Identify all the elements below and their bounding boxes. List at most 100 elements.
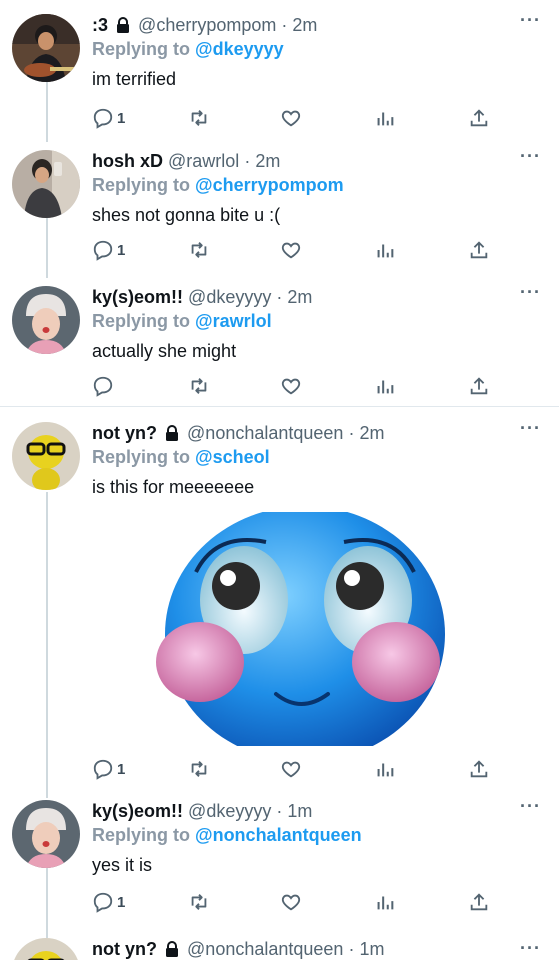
- mention-link[interactable]: @nonchalantqueen: [195, 825, 362, 845]
- avatar[interactable]: [12, 14, 80, 82]
- separator-dot: ·: [348, 939, 355, 959]
- display-name[interactable]: hosh xD: [92, 151, 163, 171]
- avatar[interactable]: [12, 150, 80, 218]
- more-icon[interactable]: ···: [520, 282, 541, 303]
- separator-dot: ·: [244, 151, 251, 171]
- analytics-button[interactable]: [374, 756, 396, 782]
- blue-emoji-face: [156, 512, 454, 746]
- reply-icon: [92, 107, 114, 129]
- share-icon: [468, 239, 490, 261]
- like-icon: [280, 375, 302, 397]
- reply-button[interactable]: 1: [92, 756, 125, 782]
- tweet[interactable]: hosh xD @rawrlol · 2m ··· Replying to @c…: [0, 146, 559, 270]
- handle[interactable]: @rawrlol: [168, 151, 239, 171]
- tweet-header: :3 @cherrypompom · 2m: [92, 14, 317, 38]
- separator-dot: ·: [276, 287, 283, 307]
- timestamp[interactable]: 2m: [255, 151, 280, 171]
- tweet-text: actually she might: [92, 341, 237, 361]
- tweet-header: not yn? @nonchalantqueen · 1m: [92, 938, 384, 960]
- timestamp[interactable]: 2m: [292, 15, 317, 35]
- like-button[interactable]: [280, 889, 302, 915]
- like-button[interactable]: [280, 105, 302, 131]
- handle[interactable]: @nonchalantqueen: [187, 939, 343, 959]
- display-name[interactable]: ky(s)eom!!: [92, 287, 183, 307]
- reply-button[interactable]: 1: [92, 889, 125, 915]
- mention-link[interactable]: @rawrlol: [195, 311, 272, 331]
- reply-button[interactable]: 1: [92, 237, 125, 263]
- share-button[interactable]: [468, 105, 490, 131]
- like-button[interactable]: [280, 373, 302, 399]
- display-name[interactable]: ky(s)eom!!: [92, 801, 183, 821]
- reply-button[interactable]: 1: [92, 105, 125, 131]
- share-button[interactable]: [468, 237, 490, 263]
- handle[interactable]: @dkeyyyy: [188, 287, 271, 307]
- more-icon[interactable]: ···: [520, 146, 541, 167]
- share-icon: [468, 375, 490, 397]
- action-bar: 1: [92, 237, 522, 263]
- timestamp[interactable]: 1m: [359, 939, 384, 959]
- retweet-button[interactable]: [188, 105, 210, 131]
- retweet-icon: [188, 891, 210, 913]
- analytics-button[interactable]: [374, 105, 396, 131]
- reply-icon: [92, 758, 114, 780]
- avatar[interactable]: [12, 422, 80, 490]
- mention-link[interactable]: @scheol: [195, 447, 270, 467]
- more-icon[interactable]: ···: [520, 938, 541, 959]
- avatar-beanie-person-image: [12, 286, 80, 354]
- retweet-button[interactable]: [188, 756, 210, 782]
- display-name[interactable]: not yn?: [92, 423, 157, 443]
- analytics-button[interactable]: [374, 237, 396, 263]
- retweet-button[interactable]: [188, 373, 210, 399]
- avatar[interactable]: [12, 938, 80, 960]
- reply-count: 1: [117, 893, 126, 911]
- like-button[interactable]: [280, 237, 302, 263]
- analytics-button[interactable]: [374, 889, 396, 915]
- timestamp[interactable]: 1m: [287, 801, 312, 821]
- tweet-text: im terrified: [92, 69, 177, 89]
- like-icon: [280, 239, 302, 261]
- analytics-button[interactable]: [374, 373, 396, 399]
- share-button[interactable]: [468, 756, 490, 782]
- avatar[interactable]: [12, 286, 80, 354]
- more-icon[interactable]: ···: [520, 10, 541, 31]
- like-button[interactable]: [280, 756, 302, 782]
- handle[interactable]: @cherrypompom: [138, 15, 276, 35]
- tweet[interactable]: :3 @cherrypompom · 2m ··· Replying to @d…: [0, 10, 559, 134]
- replying-label: Replying to: [92, 175, 190, 195]
- tweet-media-image[interactable]: [156, 512, 454, 746]
- reply-button[interactable]: [92, 373, 114, 399]
- handle[interactable]: @nonchalantqueen: [187, 423, 343, 443]
- avatar[interactable]: [12, 800, 80, 868]
- tweet-text: shes not gonna bite u :(: [92, 205, 281, 225]
- timestamp[interactable]: 2m: [287, 287, 312, 307]
- avatar-guitar-boy-image: [12, 14, 80, 82]
- retweet-button[interactable]: [188, 889, 210, 915]
- reply-icon: [92, 891, 114, 913]
- analytics-icon: [374, 239, 396, 261]
- replying-to: Replying to @rawrlol: [92, 310, 272, 332]
- more-icon[interactable]: ···: [520, 418, 541, 439]
- reply-count: 1: [117, 760, 126, 778]
- tweet[interactable]: not yn? @nonchalantqueen · 1m ···: [0, 938, 559, 960]
- mention-link[interactable]: @dkeyyyy: [195, 39, 284, 59]
- timestamp[interactable]: 2m: [359, 423, 384, 443]
- reply-count: 1: [117, 109, 126, 127]
- reply-count: 1: [117, 241, 126, 259]
- action-bar: [92, 373, 522, 399]
- retweet-icon: [188, 758, 210, 780]
- replying-to: Replying to @scheol: [92, 446, 270, 468]
- display-name[interactable]: :3: [92, 15, 108, 35]
- share-button[interactable]: [468, 373, 490, 399]
- display-name[interactable]: not yn?: [92, 939, 157, 959]
- tweet[interactable]: ky(s)eom!! @dkeyyyy · 2m ··· Replying to…: [0, 282, 559, 402]
- share-icon: [468, 107, 490, 129]
- avatar-mirror-selfie-image: [12, 150, 80, 218]
- tweet[interactable]: ky(s)eom!! @dkeyyyy · 1m ··· Replying to…: [0, 796, 559, 920]
- handle[interactable]: @dkeyyyy: [188, 801, 271, 821]
- retweet-button[interactable]: [188, 237, 210, 263]
- more-icon[interactable]: ···: [520, 796, 541, 817]
- mention-link[interactable]: @cherrypompom: [195, 175, 344, 195]
- like-icon: [280, 758, 302, 780]
- share-button[interactable]: [468, 889, 490, 915]
- tweet-header: ky(s)eom!! @dkeyyyy · 2m: [92, 286, 312, 308]
